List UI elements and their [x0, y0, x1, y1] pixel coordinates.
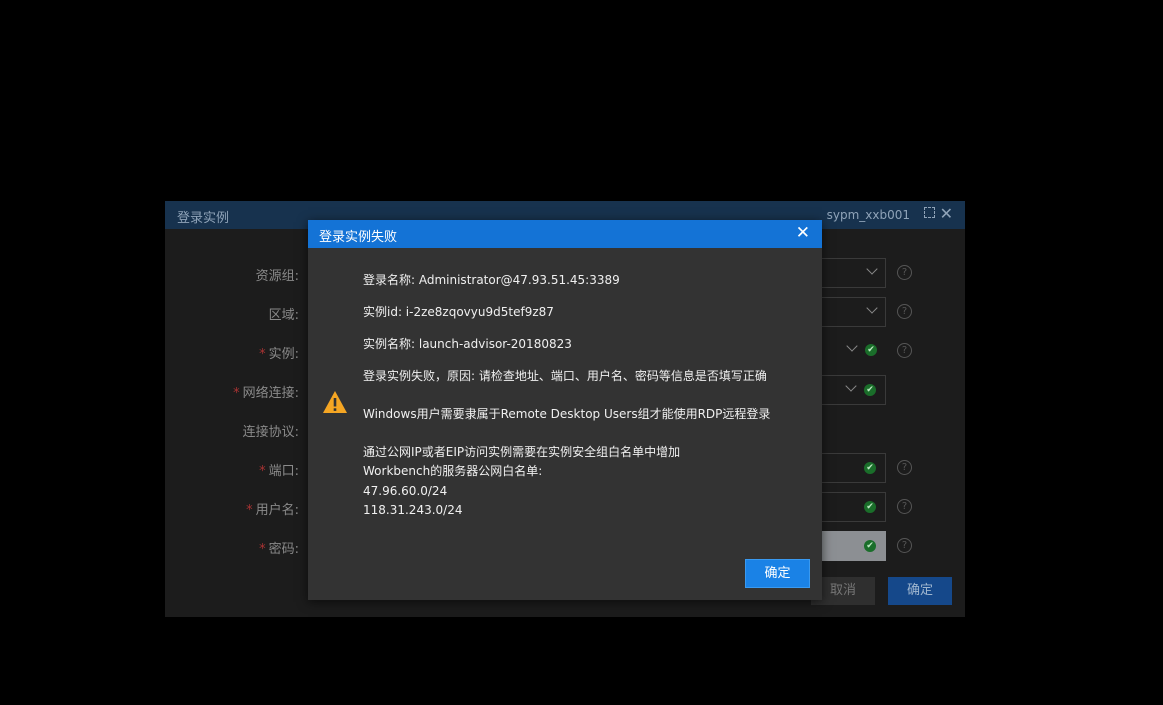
required-mark: *	[259, 464, 266, 479]
login-name-line: 登录名称: Administrator@47.93.51.45:3389	[363, 273, 620, 287]
required-mark: *	[259, 347, 266, 362]
current-user-label: sypm_xxb001	[826, 208, 910, 222]
password-input[interactable]: ✔	[820, 531, 886, 561]
protocol-label: 连接协议:	[242, 425, 299, 440]
check-icon: ✔	[864, 462, 876, 474]
region-select[interactable]	[820, 297, 886, 327]
check-icon: ✔	[864, 501, 876, 513]
background-confirm-button[interactable]: 确定	[888, 577, 952, 605]
instance-select[interactable]: ✔	[820, 336, 886, 366]
failure-reason-line: 登录实例失败，原因: 请检查地址、端口、用户名、密码等信息是否填写正确	[363, 369, 767, 383]
check-icon: ✔	[865, 344, 877, 356]
check-icon: ✔	[864, 540, 876, 552]
whitelist-note-line-1: 通过公网IP或者EIP访问实例需要在实例安全组白名单中增加	[363, 445, 681, 459]
resource-group-select[interactable]	[820, 258, 886, 288]
help-icon[interactable]: ?	[897, 538, 912, 553]
whitelist-ip-2: 118.31.243.0/24	[363, 503, 463, 517]
username-label: * 用户名:	[246, 503, 299, 518]
password-label: * 密码:	[259, 542, 299, 557]
modal-title: 登录实例失败	[319, 230, 398, 245]
chevron-down-icon	[866, 263, 878, 275]
network-label: * 网络连接:	[233, 386, 299, 401]
modal-confirm-button[interactable]: 确定	[745, 559, 810, 588]
maximize-icon[interactable]	[924, 207, 935, 218]
warning-icon	[323, 391, 347, 413]
help-icon[interactable]: ?	[897, 343, 912, 358]
resource-group-label: 资源组:	[255, 269, 299, 284]
port-input[interactable]: ✔	[820, 453, 886, 483]
instance-label: * 实例:	[259, 347, 299, 362]
region-label: 区域:	[268, 308, 299, 323]
modal-header: 登录实例失败 ✕	[308, 220, 822, 248]
whitelist-note-line-2: Workbench的服务器公网白名单:	[363, 464, 543, 478]
close-icon[interactable]: ✕	[796, 223, 810, 243]
username-input[interactable]: ✔	[820, 492, 886, 522]
background-close-icon[interactable]: ✕	[940, 204, 953, 223]
network-select[interactable]: ✔	[820, 375, 886, 405]
help-icon[interactable]: ?	[897, 265, 912, 280]
login-failed-modal: 登录实例失败 ✕ 登录名称: Administrator@47.93.51.45…	[308, 220, 822, 600]
required-mark: *	[259, 542, 266, 557]
help-icon[interactable]: ?	[897, 499, 912, 514]
instance-id-line: 实例id: i-2ze8zqovyu9d5tef9z87	[363, 305, 554, 319]
background-dialog-title: 登录实例	[177, 211, 230, 226]
check-icon: ✔	[864, 384, 876, 396]
port-label: * 端口:	[259, 464, 299, 479]
required-mark: *	[233, 386, 240, 401]
chevron-down-icon	[846, 340, 858, 352]
help-icon[interactable]: ?	[897, 460, 912, 475]
help-icon[interactable]: ?	[897, 304, 912, 319]
windows-rdp-note: Windows用户需要隶属于Remote Desktop Users组才能使用R…	[363, 407, 771, 421]
chevron-down-icon	[845, 380, 857, 392]
whitelist-ip-1: 47.96.60.0/24	[363, 484, 448, 498]
required-mark: *	[246, 503, 253, 518]
instance-name-line: 实例名称: launch-advisor-20180823	[363, 337, 572, 351]
chevron-down-icon	[866, 302, 878, 314]
